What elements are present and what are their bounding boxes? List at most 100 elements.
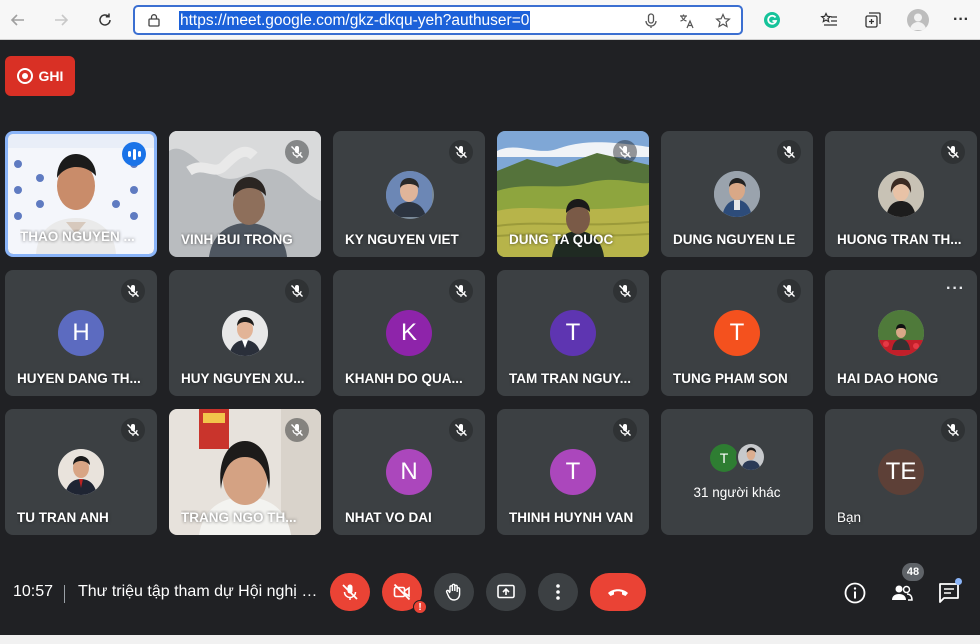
participant-avatar: T bbox=[714, 310, 760, 356]
participant-photo bbox=[386, 171, 434, 219]
mic-off-icon bbox=[285, 418, 309, 442]
participant-tile[interactable]: HUONG TRAN TH... bbox=[825, 131, 977, 257]
record-icon bbox=[16, 68, 33, 84]
lock-icon bbox=[148, 14, 160, 27]
participant-name: KY NGUYEN VIET bbox=[345, 232, 459, 247]
recording-label: GHI bbox=[38, 68, 64, 84]
participant-tile[interactable]: H HUYEN DANG TH... bbox=[5, 270, 157, 396]
mic-off-icon bbox=[285, 279, 309, 303]
participant-name: KHANH DO QUA... bbox=[345, 371, 463, 386]
meeting-controls-bar: 10:57 Thư triệu tập tham dự Hội nghị trự… bbox=[0, 563, 980, 623]
participant-tile[interactable]: DUNG TA QUOC bbox=[497, 131, 649, 257]
speaking-indicator-icon bbox=[122, 142, 146, 166]
refresh-icon[interactable] bbox=[94, 9, 116, 31]
grammarly-icon[interactable] bbox=[763, 11, 781, 29]
participant-tile[interactable]: TRANG NGO TH... bbox=[169, 409, 321, 535]
participant-avatar: T bbox=[710, 444, 738, 472]
participant-name: DUNG TA QUOC bbox=[509, 232, 614, 247]
present-icon bbox=[497, 584, 515, 599]
participant-tile[interactable]: N NHAT VO DAI bbox=[333, 409, 485, 535]
unread-indicator bbox=[955, 578, 962, 585]
os-taskbar-strip bbox=[0, 635, 980, 644]
raise-hand-button[interactable] bbox=[434, 573, 474, 611]
participant-name: Bạn bbox=[837, 510, 862, 525]
mic-off-icon bbox=[121, 418, 145, 442]
participants-button[interactable] bbox=[890, 581, 914, 605]
participant-tile[interactable]: THAO NGUYEN ... bbox=[5, 131, 157, 257]
participant-name: NHAT VO DAI bbox=[345, 510, 432, 525]
meeting-details-button[interactable] bbox=[843, 581, 867, 605]
more-menu-icon[interactable]: ··· bbox=[950, 9, 972, 31]
people-icon bbox=[892, 585, 913, 601]
meeting-time: 10:57 bbox=[13, 583, 54, 600]
recording-badge: GHI bbox=[5, 56, 75, 96]
participant-photo bbox=[736, 442, 766, 472]
mic-off-icon bbox=[613, 418, 637, 442]
more-options-button[interactable] bbox=[538, 573, 578, 611]
self-tile[interactable]: TE Bạn bbox=[825, 409, 977, 535]
browser-toolbar: https://meet.google.com/gkz-dkqu-yeh?aut… bbox=[0, 0, 980, 40]
mic-off-icon bbox=[941, 418, 965, 442]
mic-off-icon bbox=[777, 140, 801, 164]
participant-tile[interactable]: HUY NGUYEN XU... bbox=[169, 270, 321, 396]
participant-avatar: K bbox=[386, 310, 432, 356]
address-bar[interactable]: https://meet.google.com/gkz-dkqu-yeh?aut… bbox=[133, 5, 743, 35]
present-screen-button[interactable] bbox=[486, 573, 526, 611]
meeting-title: Thư triệu tập tham dự Hội nghị trực tuyế… bbox=[78, 583, 318, 600]
participant-tile[interactable]: K KHANH DO QUA... bbox=[333, 270, 485, 396]
mic-off-icon bbox=[121, 279, 145, 303]
mic-off-icon bbox=[777, 279, 801, 303]
mic-toggle-button[interactable] bbox=[330, 573, 370, 611]
mic-off-icon bbox=[449, 418, 473, 442]
camera-toggle-button[interactable]: ! bbox=[382, 573, 427, 614]
profile-avatar[interactable] bbox=[907, 9, 929, 31]
participant-tile[interactable]: VINH BUI TRONG bbox=[169, 131, 321, 257]
participant-name: THINH HUYNH VAN bbox=[509, 510, 634, 525]
hang-up-icon bbox=[608, 589, 628, 596]
participant-photo bbox=[58, 449, 104, 495]
translate-icon[interactable] bbox=[679, 13, 695, 29]
participant-name: THAO NGUYEN ... bbox=[20, 229, 135, 244]
participant-name: HUYEN DANG TH... bbox=[17, 371, 141, 386]
mic-off-icon bbox=[342, 584, 358, 600]
participant-tile[interactable]: ··· HAI DAO HONG bbox=[825, 270, 977, 396]
participant-name: VINH BUI TRONG bbox=[181, 232, 293, 247]
info-icon bbox=[844, 582, 866, 604]
participant-name: TUNG PHAM SON bbox=[673, 371, 788, 386]
participant-photo bbox=[222, 310, 268, 356]
participants-count-badge: 48 bbox=[902, 563, 924, 581]
favorite-star-icon[interactable] bbox=[715, 13, 731, 29]
divider bbox=[64, 585, 65, 603]
more-options-icon[interactable]: ··· bbox=[946, 280, 965, 298]
others-count-label: 31 người khác bbox=[693, 485, 781, 500]
participant-name: HUY NGUYEN XU... bbox=[181, 371, 305, 386]
participant-avatar: H bbox=[58, 310, 104, 356]
participant-name: DUNG NGUYEN LE bbox=[673, 232, 796, 247]
participant-name: HAI DAO HONG bbox=[837, 371, 939, 386]
participant-tile[interactable]: T TAM TRAN NGUY... bbox=[497, 270, 649, 396]
favorites-list-icon[interactable] bbox=[820, 11, 838, 29]
participant-tile[interactable]: T TUNG PHAM SON bbox=[661, 270, 813, 396]
leave-call-button[interactable] bbox=[590, 573, 646, 611]
mic-off-icon bbox=[449, 140, 473, 164]
mic-off-icon bbox=[941, 140, 965, 164]
url-text[interactable]: https://meet.google.com/gkz-dkqu-yeh?aut… bbox=[179, 11, 531, 30]
forward-icon[interactable] bbox=[50, 9, 72, 31]
others-tile[interactable]: T 31 người khác bbox=[661, 409, 813, 535]
participant-tile[interactable]: DUNG NGUYEN LE bbox=[661, 131, 813, 257]
back-icon[interactable] bbox=[7, 9, 29, 31]
participant-tile[interactable]: KY NGUYEN VIET bbox=[333, 131, 485, 257]
mic-off-icon bbox=[285, 140, 309, 164]
participant-tile[interactable]: T THINH HUYNH VAN bbox=[497, 409, 649, 535]
mic-off-icon bbox=[613, 279, 637, 303]
participant-photo bbox=[878, 310, 924, 356]
participant-photo bbox=[878, 171, 924, 217]
collections-icon[interactable] bbox=[864, 11, 882, 29]
microphone-icon[interactable] bbox=[643, 13, 659, 29]
participant-tile[interactable]: TU TRAN ANH bbox=[5, 409, 157, 535]
participant-name: HUONG TRAN TH... bbox=[837, 232, 962, 247]
participant-name: TRANG NGO TH... bbox=[181, 510, 297, 525]
participant-avatar: T bbox=[550, 310, 596, 356]
participant-name: TU TRAN ANH bbox=[17, 510, 109, 525]
warning-icon: ! bbox=[413, 600, 427, 614]
